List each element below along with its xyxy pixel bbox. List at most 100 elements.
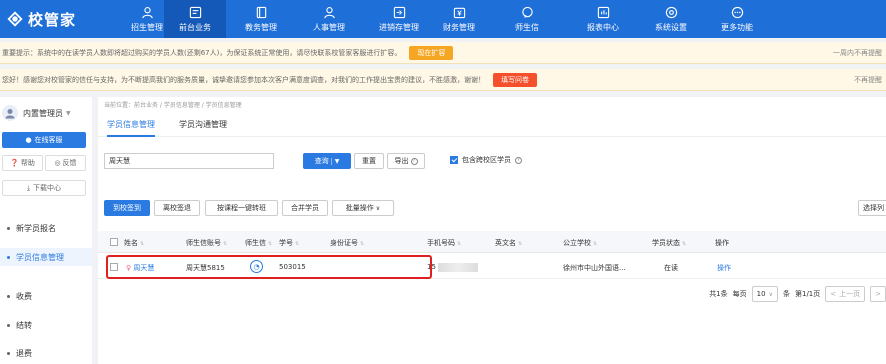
sort-icon: ⇅ [518, 241, 523, 247]
page-size-select[interactable]: 10 ∨ [751, 286, 778, 302]
sidebar-item-new-enrollment[interactable]: 新学员报名 [0, 219, 92, 237]
col-english-name[interactable]: 英文名 ⇅ [495, 238, 522, 248]
one-click-transfer-button[interactable]: 按课程一键转班 [205, 200, 278, 216]
include-cross-checkbox[interactable] [450, 156, 458, 164]
user-menu[interactable]: 内置管理员 ▼ [0, 105, 92, 121]
help-icon: ? [410, 157, 418, 165]
nav-more[interactable]: 更多功能 [706, 0, 768, 38]
pagination: 共1条 每页 10 ∨ 条 第1/1页 < 上一页 > [709, 286, 886, 302]
query-button[interactable]: 查询 ▼ [303, 153, 351, 169]
fill-survey-button[interactable]: 填写问卷 [493, 72, 537, 87]
col-student-no[interactable]: 学号 ⇅ [279, 238, 299, 248]
prev-page-button[interactable]: < 上一页 [825, 286, 866, 302]
dashboard-icon [189, 6, 201, 18]
include-cross-campus[interactable]: 包含跨校区学员 ? [450, 155, 522, 165]
nav-settings[interactable]: 系统设置 [640, 0, 702, 38]
sidebar-item-refund[interactable]: 退费 [0, 344, 92, 362]
col-phone[interactable]: 手机号码 ⇅ [427, 238, 461, 248]
chevron-down-icon: ∨ [375, 204, 381, 212]
nav-inventory[interactable]: 进销存管理 [368, 0, 430, 38]
bullet-icon [7, 226, 10, 230]
check-in-button[interactable]: 到校签到 [104, 200, 150, 216]
more-icon [731, 6, 743, 18]
page-info: 第1/1页 [794, 290, 821, 298]
avatar [2, 105, 18, 121]
sidebar-item-student-info[interactable]: 学员信息管理 [0, 248, 92, 266]
book-icon [256, 6, 266, 18]
brand-name: 校管家 [28, 10, 77, 29]
nav-front-desk[interactable]: 前台业务 [164, 0, 226, 38]
logo-icon [7, 11, 23, 27]
online-support-button[interactable]: ● 在线客服 [2, 132, 86, 148]
help-button[interactable]: ❓ 帮助 [2, 155, 43, 171]
nav-reports[interactable]: 报表中心 [572, 0, 634, 38]
user-icon [141, 6, 153, 18]
nav-hr[interactable]: 人事管理 [298, 0, 360, 38]
chat-icon [521, 6, 533, 18]
cell-status: 在读 [664, 264, 678, 272]
main-panel: 当前位置：前台业务 / 学员信息管理 / 学员信息管理 学员信息管理 学员沟通管… [98, 97, 886, 364]
col-operation: 操作 [715, 239, 729, 247]
select-all-checkbox[interactable] [110, 238, 118, 246]
bullet-icon [7, 323, 10, 327]
sort-icon: ⇅ [140, 241, 145, 247]
sort-icon: ⇅ [295, 241, 300, 247]
nav-messenger[interactable]: 师生信 [496, 0, 558, 38]
headset-icon: ● [25, 136, 32, 144]
chevron-right-icon: > [875, 290, 881, 298]
col-messenger[interactable]: 师生信 ⇅ [245, 238, 272, 248]
row-operation-link[interactable]: 操作 [717, 263, 731, 273]
dismiss-week-link[interactable]: 一周内不再提醒 [833, 48, 882, 58]
search-input[interactable]: 周天慧 [104, 153, 274, 169]
help-row: ❓ 帮助 ◎ 反馈 [2, 155, 86, 171]
col-public-school[interactable]: 公立学校 ⇅ [563, 238, 597, 248]
tab-student-info[interactable]: 学员信息管理 [107, 119, 155, 137]
check-out-button[interactable]: 离校签退 [154, 200, 200, 216]
choose-columns-button[interactable]: 选择列 [858, 200, 886, 216]
user-name: 内置管理员 [23, 108, 63, 118]
nav-finance[interactable]: 财务管理 [428, 0, 490, 38]
batch-operations-button[interactable]: 批量操作 ∨ [332, 200, 394, 216]
tab-student-communication[interactable]: 学员沟通管理 [179, 119, 227, 137]
merge-students-button[interactable]: 合并学员 [282, 200, 328, 216]
reset-button[interactable]: 重置 [354, 153, 384, 169]
col-name[interactable]: 姓名 ⇅ [124, 238, 144, 248]
sort-icon: ⇅ [223, 241, 228, 247]
help-icon: ? [515, 156, 522, 164]
sort-icon: ⇅ [593, 241, 598, 247]
download-center-button[interactable]: ⤓ 下载中心 [2, 180, 86, 196]
sidebar-item-transfer[interactable]: 结转 [0, 316, 92, 334]
nav-academic[interactable]: 教务管理 [230, 0, 292, 38]
inventory-icon [393, 6, 405, 18]
dismiss-link[interactable]: 不再提醒 [854, 75, 882, 85]
sidebar-item-charge[interactable]: 收费 [0, 287, 92, 305]
sort-icon: ⇅ [360, 241, 365, 247]
row-highlight-annotation [106, 255, 432, 279]
chevron-left-icon: < [830, 290, 837, 298]
question-icon: ❓ [10, 159, 19, 167]
feedback-icon: ◎ [54, 159, 61, 167]
expand-capacity-button[interactable]: 现在扩容 [409, 45, 454, 60]
feedback-button[interactable]: ◎ 反馈 [45, 155, 86, 171]
notice-text: 您好！感谢您对校管家的信任与支持，为不断提高我们的服务质量，诚挚邀请您参加本次客… [2, 75, 485, 84]
capacity-notice: 重要提示：系统中的在读学员人数即将超过购买的学员人数(还剩67人)，为保证系统正… [0, 42, 886, 64]
breadcrumb: 当前位置：前台业务 / 学员信息管理 / 学员信息管理 [104, 102, 242, 109]
chevron-down-icon[interactable]: ▼ [330, 157, 339, 165]
bullet-icon [7, 351, 10, 355]
col-id-card[interactable]: 身份证号 ⇅ [330, 238, 364, 248]
avatar-icon [5, 109, 15, 119]
sidebar: 内置管理员 ▼ ● 在线客服 ❓ 帮助 ◎ 反馈 ⤓ 下载中心 新学员报名 学员… [0, 97, 92, 364]
col-status[interactable]: 学员状态 ⇅ [652, 238, 686, 248]
table-header: 姓名 ⇅ 师生信账号 ⇅ 师生信 ⇅ 学号 ⇅ 身份证号 ⇅ 手机号码 ⇅ 英文名 ⇅ 公立学… [98, 231, 886, 253]
chevron-down-icon: ▼ [66, 109, 71, 117]
brand-logo[interactable]: 校管家 [6, 8, 76, 30]
bullet-icon [7, 294, 10, 298]
total-count: 共1条 [709, 290, 728, 298]
col-account[interactable]: 师生信账号 ⇅ [186, 238, 227, 248]
survey-notice: 您好！感谢您对校管家的信任与支持，为不断提高我们的服务质量，诚挚邀请您参加本次客… [0, 69, 886, 91]
sort-icon: ⇅ [457, 241, 462, 247]
gear-icon [665, 6, 677, 18]
next-page-button[interactable]: > [870, 286, 886, 302]
export-button[interactable]: 导出 ? [387, 153, 425, 169]
cell-school: 徐州市中山外国语... [563, 264, 626, 272]
